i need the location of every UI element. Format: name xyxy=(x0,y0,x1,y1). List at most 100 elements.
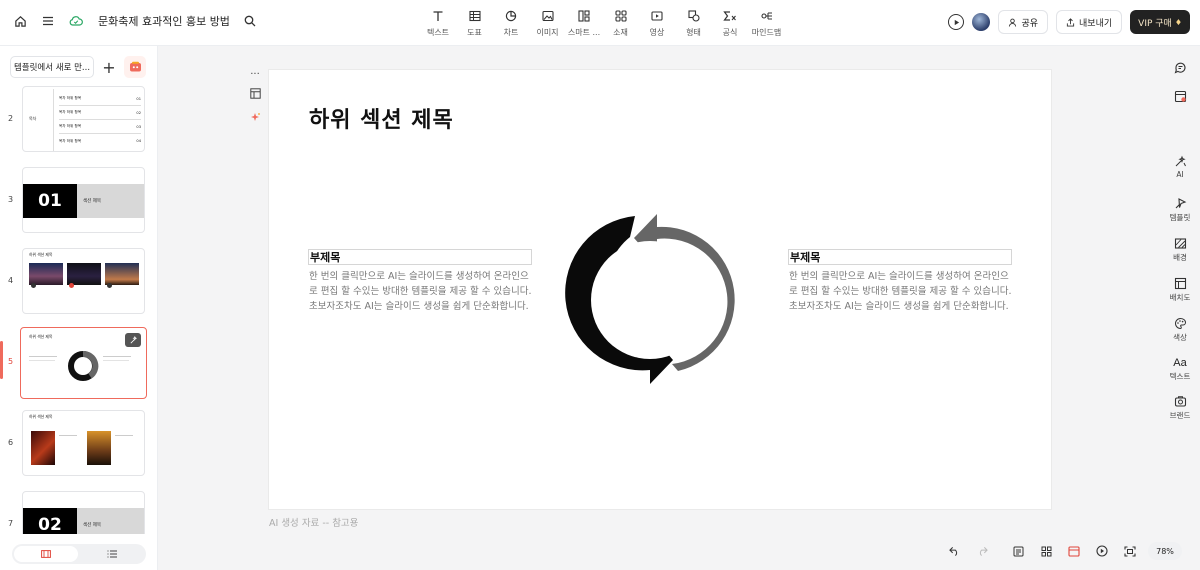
undo-icon[interactable] xyxy=(940,540,968,562)
slide-thumbnail-row[interactable]: 3 01 섹션 제목 xyxy=(0,167,158,235)
tool-label: 소재 xyxy=(613,28,628,37)
slide-thumbnail[interactable]: 하위 섹션 제목 xyxy=(22,248,145,314)
vip-purchase-button[interactable]: VIP 구매 ♦ xyxy=(1130,10,1190,34)
play-icon[interactable] xyxy=(948,14,965,30)
play-slideshow-icon[interactable] xyxy=(1088,540,1116,562)
redo-icon[interactable] xyxy=(968,540,996,562)
left-subtitle-box[interactable] xyxy=(308,249,532,265)
slide-thumbnail[interactable]: 목차 목차 하위 항목 01 목차 하위 항목 02 목차 하위 항목 03 목차 하… xyxy=(22,86,145,152)
rail-template[interactable]: 템플릿 xyxy=(1160,197,1200,223)
menu-icon[interactable] xyxy=(40,13,56,29)
tool-shape[interactable]: 형태 xyxy=(676,8,712,38)
slide-thumbnail[interactable]: 01 섹션 제목 xyxy=(22,167,145,233)
rail-comment[interactable] xyxy=(1160,61,1200,74)
thumbnail-view-button[interactable] xyxy=(14,546,78,562)
left-subtitle[interactable]: 부제목 xyxy=(310,249,340,265)
tool-video[interactable]: 영상 xyxy=(639,8,675,38)
slide-number: 4 xyxy=(8,276,14,285)
tool-image[interactable]: 이미지 xyxy=(530,8,566,38)
sparkle-icon[interactable] xyxy=(250,112,261,126)
tool-formula[interactable]: 공식 xyxy=(712,8,748,38)
rail-text[interactable]: Aa 텍스트 xyxy=(1160,357,1200,382)
right-subtitle[interactable]: 부제목 xyxy=(790,249,820,265)
zoom-level[interactable]: 78% xyxy=(1148,542,1182,560)
cycle-label-01: 01 xyxy=(553,295,565,307)
slide-thumbnail[interactable]: 하위 섹션 제목 xyxy=(22,410,145,476)
slide-title[interactable]: 하위 섹션 제목 xyxy=(309,102,454,134)
tool-smart[interactable]: 스마트 ... xyxy=(566,8,602,38)
text-icon xyxy=(429,8,447,24)
image-icon xyxy=(539,8,557,24)
canvas-side-tools: ··· xyxy=(246,70,264,126)
notes-icon xyxy=(1174,90,1186,103)
thumb-cycle-diagram xyxy=(68,351,99,381)
video-icon xyxy=(648,8,666,24)
slide-number: 5 xyxy=(8,357,14,366)
left-body-text[interactable]: 한 번의 클릭만으로 AI는 슬라이드를 생성하여 온라인으로 편집 할 수있는… xyxy=(309,269,537,314)
ai-generate-button[interactable] xyxy=(124,56,146,78)
rail-background[interactable]: 배경 xyxy=(1160,237,1200,263)
document-title[interactable]: 문화축제 효과적인 홍보 방법 xyxy=(98,13,230,29)
slide-thumbnail[interactable]: 02 섹션 제목 xyxy=(22,491,145,534)
tool-label: 스마트 ... xyxy=(567,28,601,37)
thumb-text-line xyxy=(29,356,57,357)
template-icon xyxy=(1175,198,1186,209)
grid-view-icon[interactable] xyxy=(1032,540,1060,562)
outline-view-button[interactable] xyxy=(80,546,144,562)
slides-panel: 템플릿에서 새로 만... + 2 목차 목차 하위 항목 01 목차 하위 항목… xyxy=(0,46,158,570)
brand-icon xyxy=(1174,396,1186,407)
slide-thumbnail-row[interactable]: 6 하위 섹션 제목 xyxy=(0,410,158,478)
new-from-template-button[interactable]: 템플릿에서 새로 만... xyxy=(10,56,94,78)
agenda-text: 목차 하위 항목 xyxy=(59,124,82,128)
thumb-photo xyxy=(105,263,139,285)
rail-layout[interactable]: 배치도 xyxy=(1160,277,1200,303)
agenda-num: 03 xyxy=(136,124,141,129)
layout-icon[interactable] xyxy=(249,88,261,102)
vip-label: VIP 구매 xyxy=(1138,18,1172,29)
elements-icon xyxy=(612,8,630,24)
slide-thumbnail-row[interactable]: 4 하위 섹션 제목 xyxy=(0,248,158,316)
slide-thumbnail-row-active[interactable]: 5 하위 섹션 제목 xyxy=(0,327,158,399)
tool-label: 차트 xyxy=(503,28,519,37)
cycle-diagram[interactable]: 01 02 xyxy=(545,180,755,420)
tool-label: 공식 xyxy=(722,28,738,37)
more-icon[interactable]: ··· xyxy=(250,70,260,80)
ai-slide-icon xyxy=(129,61,141,72)
add-slide-button[interactable]: + xyxy=(99,56,119,78)
rail-ai[interactable]: AI xyxy=(1160,155,1200,179)
notes-view-icon[interactable] xyxy=(1004,540,1032,562)
slide-thumbnail-active[interactable]: 하위 섹션 제목 xyxy=(20,327,147,399)
rail-brand[interactable]: 브랜드 xyxy=(1160,395,1200,421)
tool-table[interactable]: 도표 xyxy=(457,8,493,38)
export-button[interactable]: 내보내기 xyxy=(1056,10,1123,34)
right-subtitle-box[interactable] xyxy=(788,249,1012,265)
thumb-section-title: 섹션 제목 xyxy=(83,199,101,204)
slide-thumbnail-row[interactable]: 2 목차 목차 하위 항목 01 목차 하위 항목 02 목차 하위 항목 03 목차… xyxy=(0,86,158,154)
tool-elements[interactable]: 소재 xyxy=(603,8,639,38)
share-button[interactable]: 공유 xyxy=(998,10,1049,34)
rail-notes[interactable] xyxy=(1160,90,1200,103)
rail-label: 배치도 xyxy=(1169,293,1191,302)
rail-label: 템플릿 xyxy=(1169,213,1191,222)
avatar[interactable] xyxy=(972,13,991,31)
fit-screen-icon[interactable] xyxy=(1116,540,1144,562)
top-toolbar: 문화축제 효과적인 홍보 방법 텍스트 도표 차트 이미지 스마트 ... 소재 xyxy=(0,0,1200,46)
comment-icon xyxy=(1174,62,1186,74)
slide-thumbnail-row[interactable]: 7 02 섹션 제목 xyxy=(0,491,158,534)
tool-chart[interactable]: 차트 xyxy=(493,8,529,38)
thumb-dot xyxy=(31,283,36,288)
magic-wand-icon[interactable] xyxy=(125,333,141,347)
layout-icon xyxy=(1174,277,1186,290)
slide-number: 6 xyxy=(8,438,14,447)
search-icon[interactable] xyxy=(242,13,258,29)
help-icon[interactable] xyxy=(1192,540,1200,562)
slide-canvas[interactable]: 하위 섹션 제목 부제목 한 번의 클릭만으로 AI는 슬라이드를 생성하여 온… xyxy=(269,70,1051,509)
insert-toolbar: 텍스트 도표 차트 이미지 스마트 ... 소재 영상 형태 공식 마인드맵 xyxy=(420,8,785,38)
rail-color[interactable]: 색상 xyxy=(1160,317,1200,343)
tool-text[interactable]: 텍스트 xyxy=(420,8,456,38)
thumb-title: 하위 섹션 제목 xyxy=(29,414,53,419)
normal-view-icon[interactable] xyxy=(1060,540,1088,562)
right-body-text[interactable]: 한 번의 클릭만으로 AI는 슬라이드를 생성하여 온라인으로 편집 할 수있는… xyxy=(789,269,1017,314)
tool-mindmap[interactable]: 마인드맵 xyxy=(749,8,785,38)
home-icon[interactable] xyxy=(12,13,28,29)
